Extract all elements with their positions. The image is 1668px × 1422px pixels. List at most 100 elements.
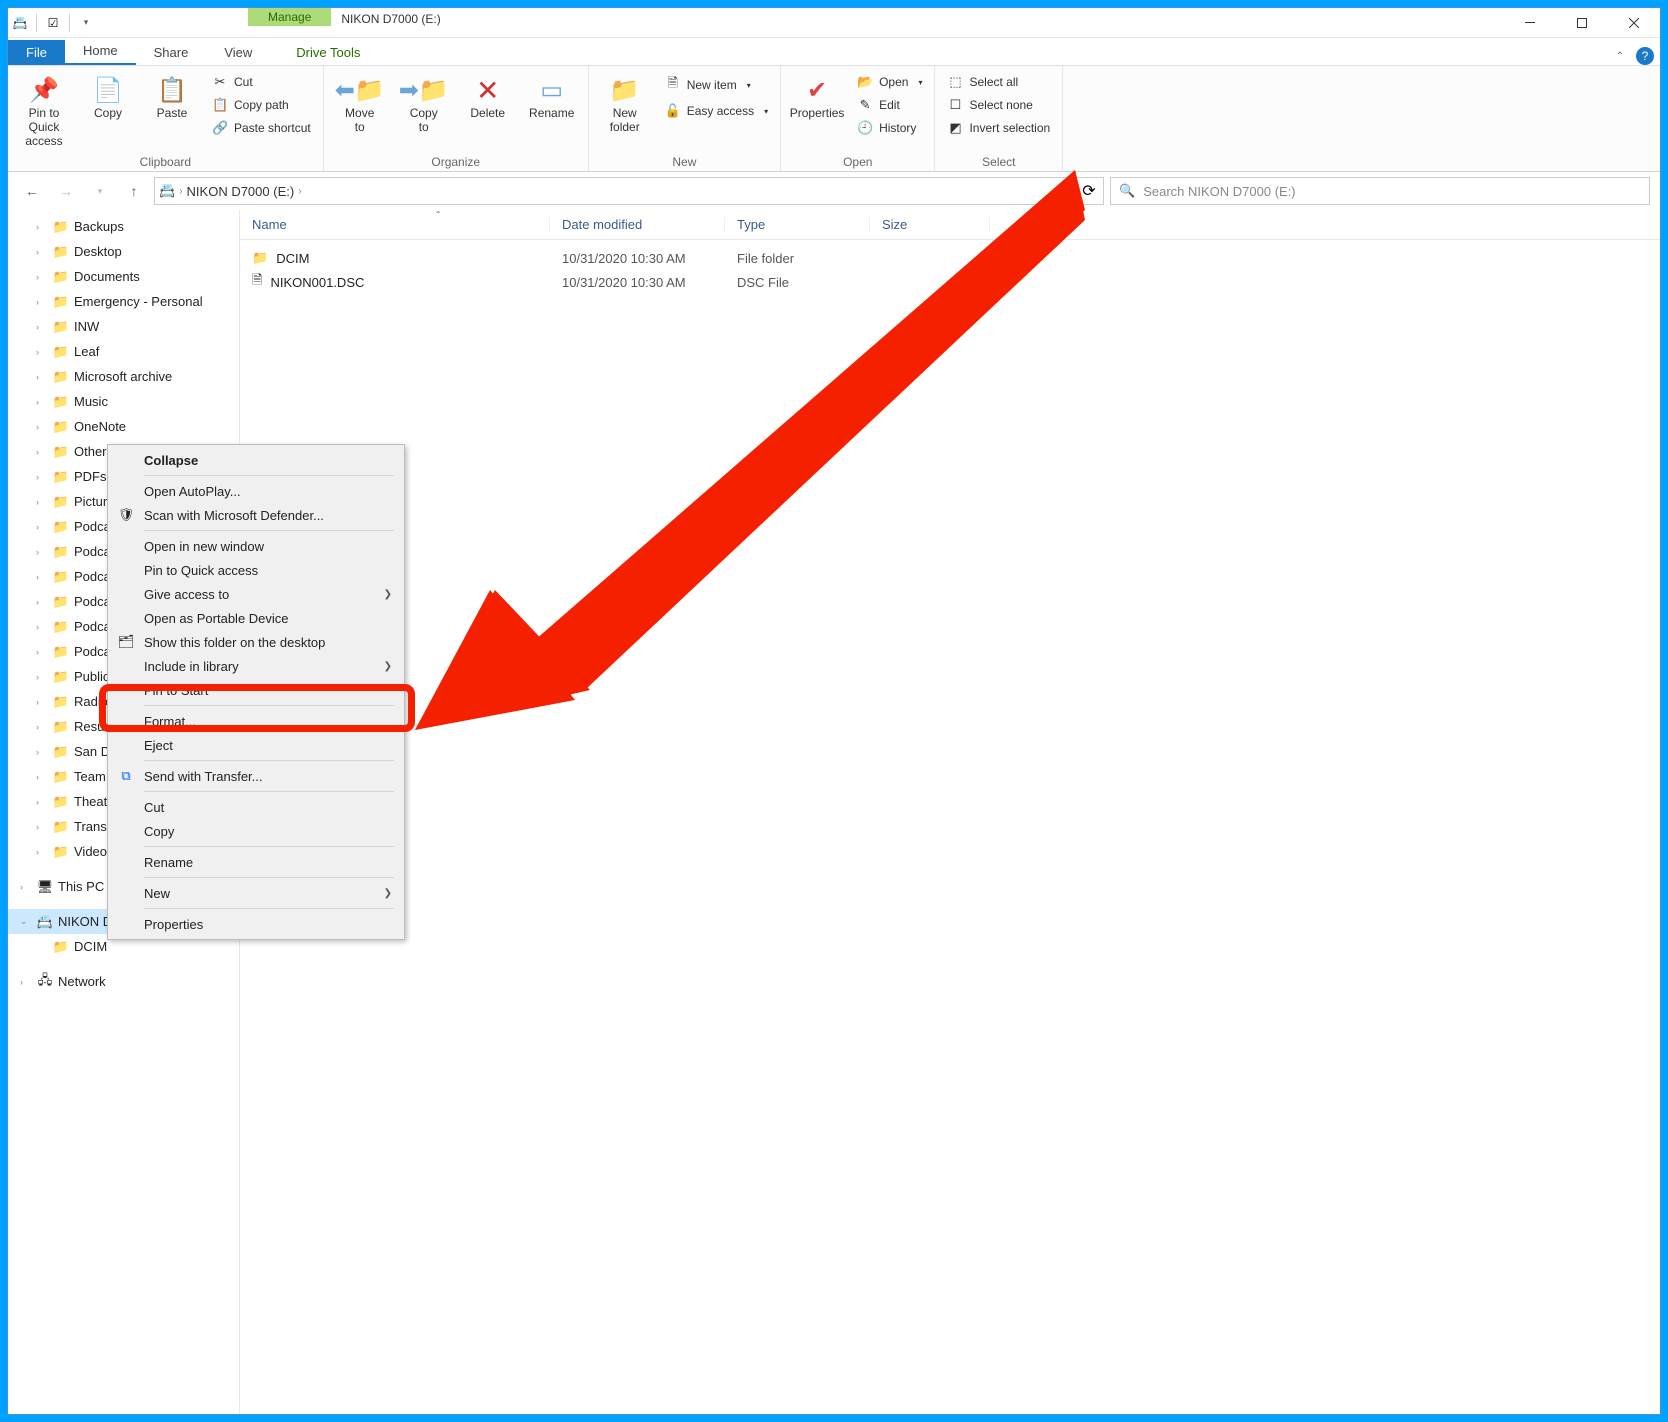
- tab-share[interactable]: Share: [136, 40, 207, 65]
- easy-access-button[interactable]: 🔓Easy access▾: [661, 101, 772, 121]
- expand-icon[interactable]: ›: [36, 472, 48, 482]
- expand-icon[interactable]: ›: [36, 297, 48, 307]
- column-size[interactable]: Size: [870, 217, 990, 232]
- search-input[interactable]: 🔍 Search NIKON D7000 (E:): [1110, 177, 1650, 205]
- rename-button[interactable]: ▭Rename: [524, 70, 580, 120]
- new-folder-button[interactable]: 📁New folder: [597, 70, 653, 134]
- invert-selection-button[interactable]: ◩Invert selection: [943, 118, 1054, 138]
- expand-icon[interactable]: ›: [36, 747, 48, 757]
- expand-icon[interactable]: ›: [36, 797, 48, 807]
- paste-button[interactable]: 📋Paste: [144, 70, 200, 120]
- maximize-button[interactable]: [1556, 8, 1608, 38]
- help-icon[interactable]: ?: [1636, 47, 1654, 65]
- tab-home[interactable]: Home: [65, 38, 136, 65]
- ctx-include-library[interactable]: Include in library❯: [110, 654, 402, 678]
- address-dropdown-icon[interactable]: ⌄: [1055, 186, 1063, 197]
- back-button[interactable]: ←: [18, 177, 46, 205]
- column-type[interactable]: Type: [725, 217, 870, 232]
- ctx-new-window[interactable]: Open in new window: [110, 534, 402, 558]
- ctx-cut[interactable]: Cut: [110, 795, 402, 819]
- copy-button[interactable]: 📄Copy: [80, 70, 136, 120]
- column-name[interactable]: Name⌃: [240, 217, 550, 232]
- ctx-pin-quick[interactable]: Pin to Quick access: [110, 558, 402, 582]
- properties-button[interactable]: ✔Properties: [789, 70, 845, 120]
- ctx-defender[interactable]: 🛡Scan with Microsoft Defender...: [110, 503, 402, 527]
- expand-icon[interactable]: ›: [36, 272, 48, 282]
- ctx-properties[interactable]: Properties: [110, 912, 402, 936]
- copy-to-button[interactable]: ➡📁Copy to: [396, 70, 452, 134]
- ctx-new[interactable]: New❯: [110, 881, 402, 905]
- tree-item[interactable]: ›📁Leaf: [8, 339, 239, 364]
- ctx-eject[interactable]: Eject: [110, 733, 402, 757]
- tree-item[interactable]: ›📁Microsoft archive: [8, 364, 239, 389]
- ctx-collapse[interactable]: Collapse: [110, 448, 402, 472]
- expand-icon[interactable]: ›: [36, 622, 48, 632]
- tree-network[interactable]: ›🖧Network: [8, 969, 239, 994]
- tree-item[interactable]: ›📁Emergency - Personal: [8, 289, 239, 314]
- tree-item[interactable]: ›📁Documents: [8, 264, 239, 289]
- tree-item[interactable]: ›📁Desktop: [8, 239, 239, 264]
- collapse-icon[interactable]: ⌄: [20, 916, 32, 927]
- delete-button[interactable]: ✕Delete: [460, 70, 516, 120]
- expand-icon[interactable]: ›: [36, 697, 48, 707]
- expand-icon[interactable]: ›: [36, 347, 48, 357]
- expand-icon[interactable]: ›: [36, 222, 48, 232]
- ctx-send-transfer[interactable]: ⧉Send with Transfer...: [110, 764, 402, 788]
- expand-icon[interactable]: ›: [36, 397, 48, 407]
- forward-button[interactable]: →: [52, 177, 80, 205]
- ctx-give-access[interactable]: Give access to❯: [110, 582, 402, 606]
- paste-shortcut-button[interactable]: 🔗Paste shortcut: [208, 118, 315, 138]
- pin-quick-access-button[interactable]: 📌Pin to Quick access: [16, 70, 72, 148]
- up-button[interactable]: ↑: [120, 177, 148, 205]
- expand-icon[interactable]: ›: [36, 647, 48, 657]
- tab-view[interactable]: View: [206, 40, 270, 65]
- ctx-rename[interactable]: Rename: [110, 850, 402, 874]
- expand-icon[interactable]: ›: [36, 772, 48, 782]
- expand-icon[interactable]: ›: [36, 497, 48, 507]
- copy-path-button[interactable]: 📋Copy path: [208, 95, 315, 115]
- expand-icon[interactable]: ›: [36, 822, 48, 832]
- select-all-button[interactable]: ⬚Select all: [943, 72, 1054, 92]
- expand-icon[interactable]: ›: [36, 322, 48, 332]
- expand-icon[interactable]: ›: [36, 372, 48, 382]
- ctx-autoplay[interactable]: Open AutoPlay...: [110, 479, 402, 503]
- column-date[interactable]: Date modified: [550, 217, 725, 232]
- expand-icon[interactable]: ›: [36, 847, 48, 857]
- tab-drive-tools[interactable]: Drive Tools: [278, 40, 378, 65]
- expand-icon[interactable]: ›: [36, 672, 48, 682]
- ctx-portable[interactable]: Open as Portable Device: [110, 606, 402, 630]
- expand-icon[interactable]: ›: [36, 597, 48, 607]
- expand-icon[interactable]: ›: [36, 247, 48, 257]
- expand-icon[interactable]: ›: [36, 447, 48, 457]
- ribbon-collapse-icon[interactable]: ⌃: [1616, 51, 1624, 62]
- ctx-copy[interactable]: Copy: [110, 819, 402, 843]
- qat-properties-icon[interactable]: ☑: [45, 15, 61, 31]
- ctx-show-desktop[interactable]: 🗂Show this folder on the desktop: [110, 630, 402, 654]
- expand-icon[interactable]: ›: [20, 977, 32, 987]
- open-button[interactable]: 📂Open▾: [853, 72, 926, 92]
- file-row[interactable]: 📁DCIM10/31/2020 10:30 AMFile folder: [240, 246, 1660, 270]
- cut-button[interactable]: ✂Cut: [208, 72, 315, 92]
- move-to-button[interactable]: ⬅📁Move to: [332, 70, 388, 134]
- ctx-pin-start[interactable]: Pin to Start: [110, 678, 402, 702]
- qat-dropdown-icon[interactable]: ▾: [78, 15, 94, 31]
- expand-icon[interactable]: ›: [36, 722, 48, 732]
- tree-item[interactable]: ›📁Music: [8, 389, 239, 414]
- recent-dropdown[interactable]: ▾: [86, 177, 114, 205]
- tree-item[interactable]: ›📁INW: [8, 314, 239, 339]
- address-bar[interactable]: 📇› NIKON D7000 (E:)› ⌄: [154, 177, 1068, 205]
- expand-icon[interactable]: ›: [20, 882, 32, 892]
- history-button[interactable]: 🕘History: [853, 118, 926, 138]
- select-none-button[interactable]: ☐Select none: [943, 95, 1054, 115]
- tree-item[interactable]: ›📁OneNote: [8, 414, 239, 439]
- breadcrumb-drive[interactable]: NIKON D7000 (E:): [187, 184, 295, 199]
- close-button[interactable]: [1608, 8, 1660, 38]
- refresh-button[interactable]: ⟳: [1074, 177, 1104, 205]
- ctx-format[interactable]: Format...: [110, 709, 402, 733]
- expand-icon[interactable]: ›: [36, 547, 48, 557]
- tree-item[interactable]: ›📁Backups: [8, 214, 239, 239]
- new-item-button[interactable]: 🗎New item▾: [661, 72, 772, 98]
- expand-icon[interactable]: ›: [36, 522, 48, 532]
- tab-file[interactable]: File: [8, 40, 65, 65]
- expand-icon[interactable]: ›: [36, 572, 48, 582]
